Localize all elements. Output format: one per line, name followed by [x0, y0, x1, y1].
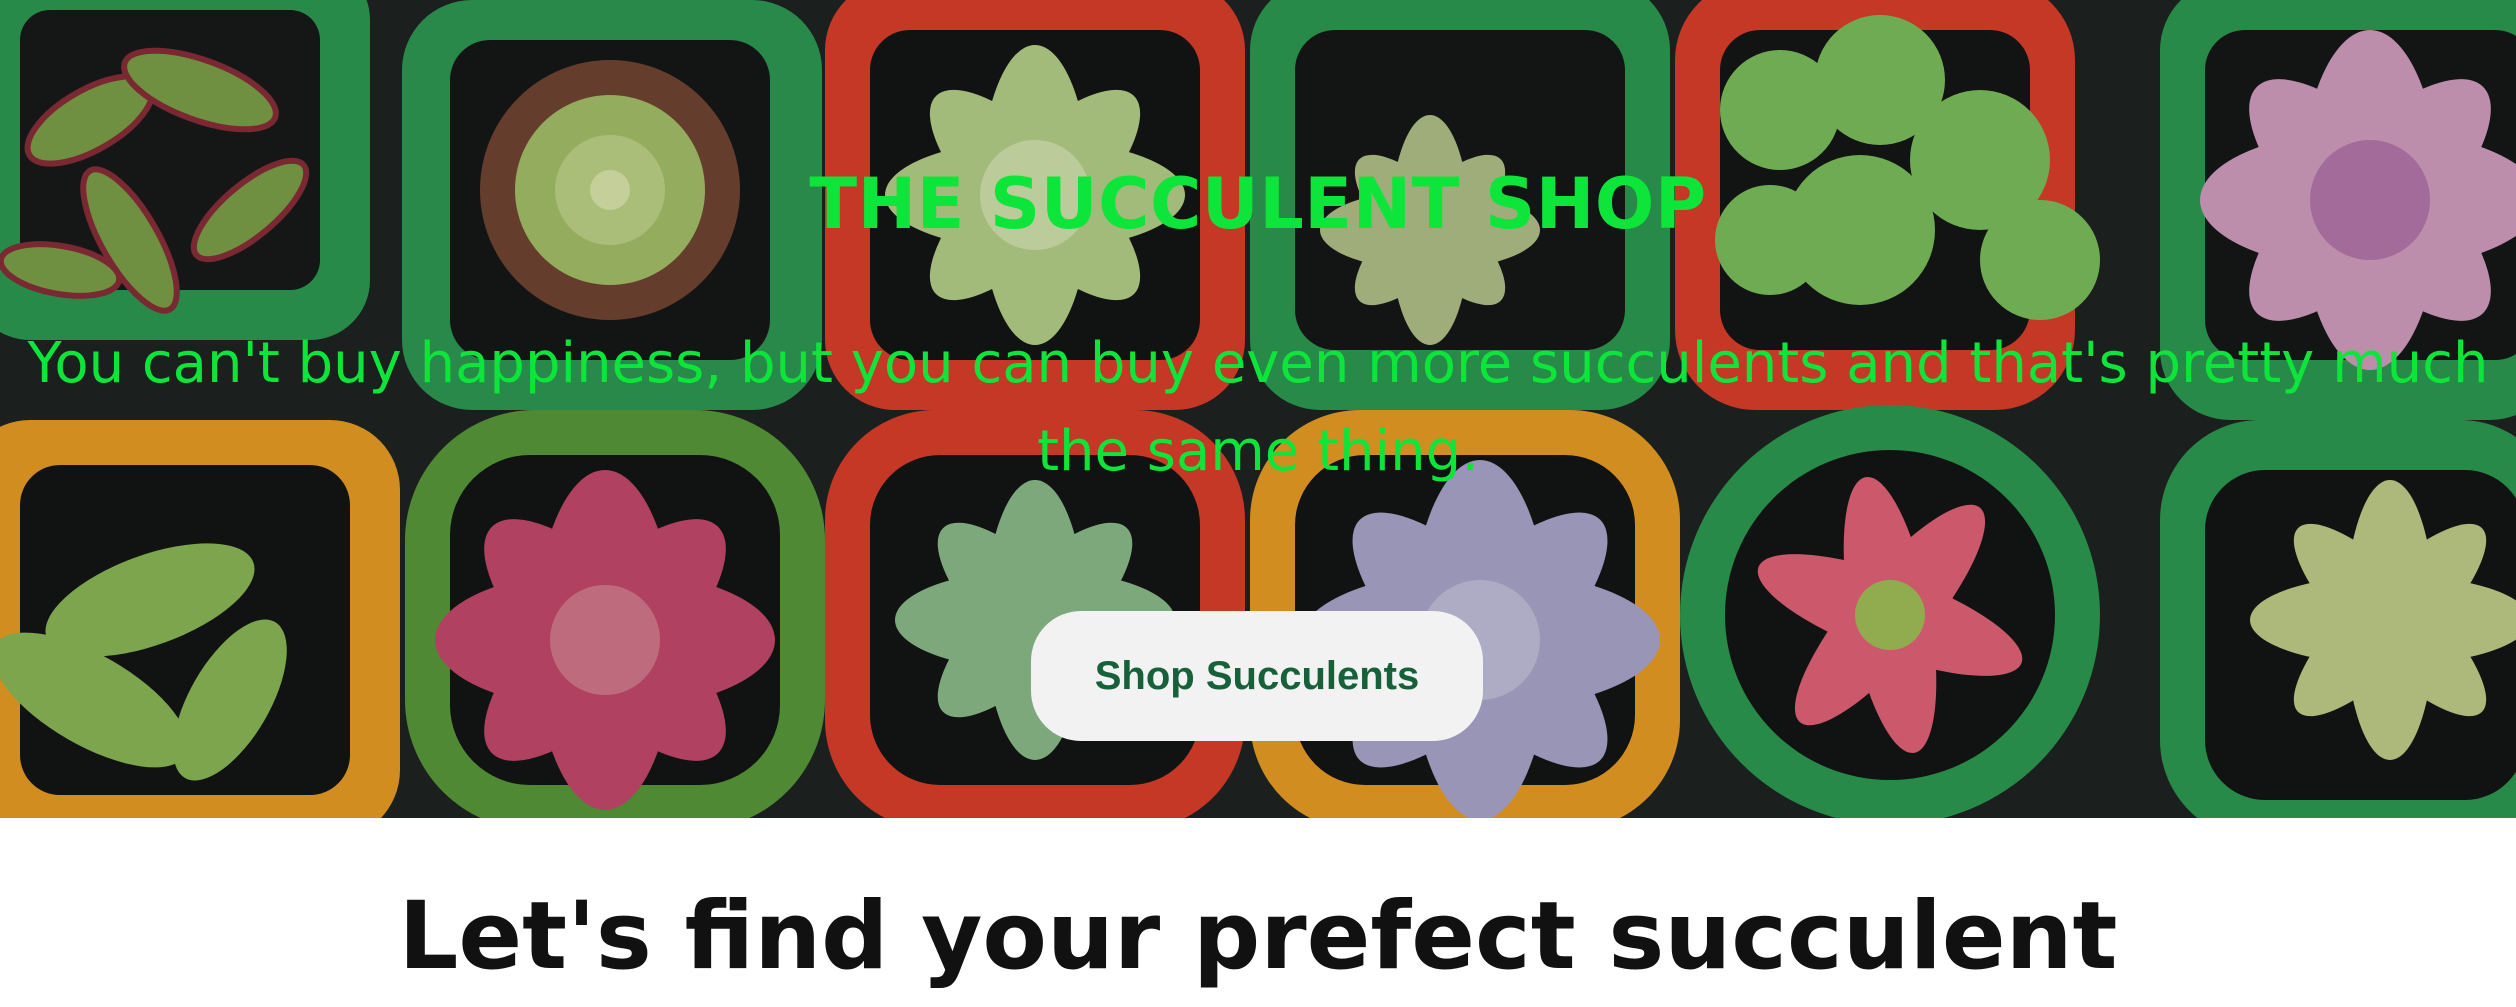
hero-tagline: You can't buy happiness, but you can buy…: [27, 331, 2489, 484]
hero-banner: THE SUCCULENT SHOP You can't buy happine…: [0, 0, 2516, 818]
hero-content: THE SUCCULENT SHOP You can't buy happine…: [0, 0, 2516, 818]
shop-succulents-button[interactable]: Shop Succulents: [1031, 611, 1483, 741]
section-heading: Let's find your prefect succulent: [398, 882, 2118, 991]
shop-title: THE SUCCULENT SHOP: [809, 163, 1707, 245]
